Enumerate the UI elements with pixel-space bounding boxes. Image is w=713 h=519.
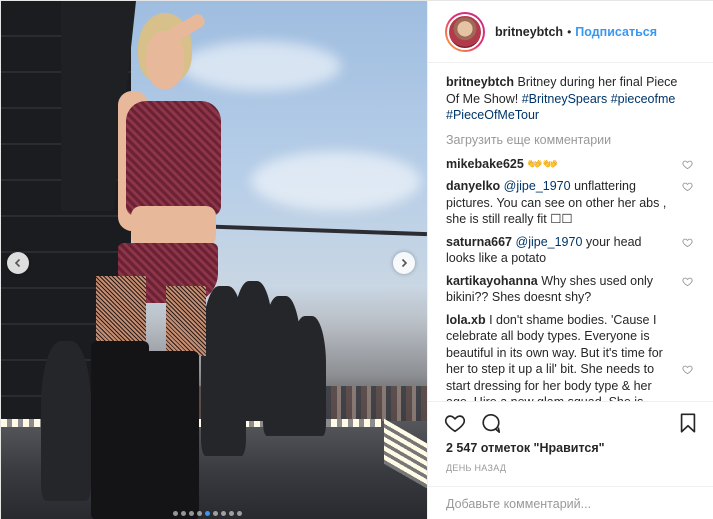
comment-username[interactable]: mikebake625 — [446, 157, 524, 171]
hashtag-link[interactable]: #pieceofme — [611, 92, 676, 106]
comment-bubble-icon[interactable] — [480, 412, 502, 434]
comment-item: saturna667 @jipe_1970 your head looks li… — [446, 234, 699, 267]
chevron-right-icon — [401, 258, 408, 268]
comment-username[interactable]: kartikayohanna — [446, 274, 538, 288]
comment-item: lola.xb I don't shame bodies. 'Cause I c… — [446, 312, 699, 401]
comment-username[interactable]: danyelko — [446, 179, 500, 193]
follow-button[interactable]: Подписаться — [575, 25, 657, 39]
avatar[interactable] — [445, 11, 485, 52]
carousel-dot — [229, 511, 234, 516]
carousel-dot — [237, 511, 242, 516]
carousel-dot — [197, 511, 202, 516]
comment-item: mikebake625 👐👐 — [446, 156, 699, 173]
caption-username[interactable]: britneybtch — [446, 75, 514, 89]
comment-username[interactable]: saturna667 — [446, 235, 512, 249]
carousel-dot — [181, 511, 186, 516]
comments-list[interactable]: britneybtch Britney during her final Pie… — [428, 64, 713, 401]
dancer — [291, 316, 326, 436]
post-actions — [428, 401, 713, 435]
carousel-indicator — [173, 511, 242, 516]
carousel-dot — [173, 511, 178, 516]
cloud — [251, 151, 421, 211]
chevron-left-icon — [14, 258, 21, 268]
like-comment-heart-icon[interactable] — [682, 364, 693, 375]
like-heart-icon[interactable] — [444, 412, 466, 434]
load-more-comments-button[interactable]: Загрузить еще комментарии — [446, 133, 699, 147]
like-comment-heart-icon[interactable] — [682, 276, 693, 287]
post-header: britneybtch • Подписаться — [428, 1, 713, 63]
comment-username[interactable]: lola.xb — [446, 313, 486, 327]
add-comment-bar — [428, 486, 713, 519]
carousel-dot — [213, 511, 218, 516]
instagram-post: britneybtch • Подписаться britneybtch Br… — [0, 0, 713, 519]
header-username[interactable]: britneybtch — [495, 25, 563, 39]
performer — [56, 11, 226, 519]
next-photo-button[interactable] — [393, 252, 415, 274]
carousel-dot — [221, 511, 226, 516]
post-sidebar: britneybtch • Подписаться britneybtch Br… — [427, 1, 713, 519]
comment-mention[interactable]: @jipe_1970 — [516, 235, 583, 249]
post-photo[interactable] — [1, 1, 427, 519]
like-comment-heart-icon[interactable] — [682, 181, 693, 192]
carousel-dot — [189, 511, 194, 516]
comment-item: kartikayohanna Why shes used only bikini… — [446, 273, 699, 306]
hashtag-link[interactable]: #BritneySpears — [522, 92, 607, 106]
post-timestamp: ДЕНЬ НАЗАД — [446, 463, 507, 473]
comment-mention[interactable]: @jipe_1970 — [504, 179, 571, 193]
hashtag-link[interactable]: #PieceOfMeTour — [446, 108, 539, 122]
comment-item: danyelko @jipe_1970 unflattering picture… — [446, 178, 699, 228]
carousel-dot — [205, 511, 210, 516]
post-caption: britneybtch Britney during her final Pie… — [446, 74, 699, 124]
like-comment-heart-icon[interactable] — [682, 159, 693, 170]
header-separator: • — [567, 24, 572, 39]
previous-photo-button[interactable] — [7, 252, 29, 274]
likes-count[interactable]: 2 547 отметок "Нравится" — [446, 441, 605, 455]
comment-text: 👐👐 — [523, 156, 559, 171]
like-comment-heart-icon[interactable] — [682, 237, 693, 248]
bookmark-icon[interactable] — [677, 412, 699, 434]
add-comment-input[interactable] — [446, 496, 697, 511]
